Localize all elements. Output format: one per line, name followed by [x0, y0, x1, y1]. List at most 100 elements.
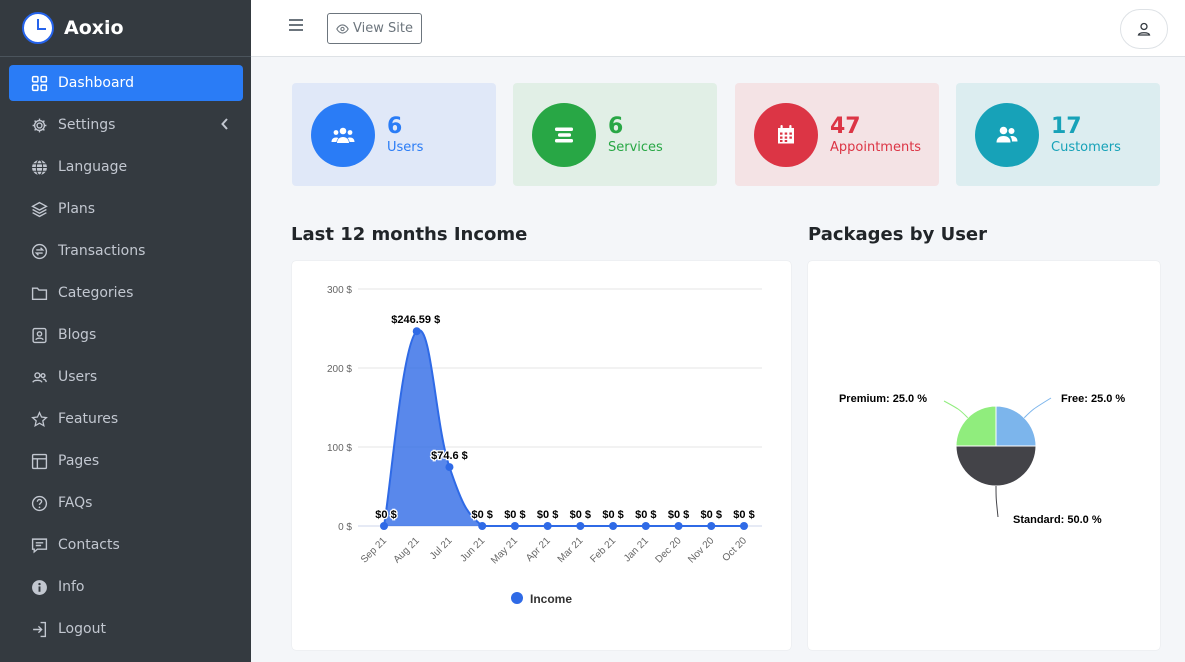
sidebar-item-label: Categories: [58, 285, 134, 301]
sidebar-item-label: Transactions: [58, 243, 146, 259]
view-site-label: View Site: [353, 21, 413, 36]
brand[interactable]: Aoxio: [0, 0, 251, 57]
sidebar-item-info[interactable]: Info: [9, 569, 243, 605]
stat-label: Services: [608, 139, 663, 155]
sidebar-item-faqs[interactable]: FAQs: [9, 485, 243, 521]
x-tick-label: Aug 21: [392, 535, 422, 565]
income-data-label: $0 $: [701, 509, 722, 521]
sidebar-item-label: Users: [58, 369, 98, 385]
list-icon: [532, 102, 596, 167]
brand-name: Aoxio: [64, 17, 124, 39]
income-point: [510, 522, 519, 530]
x-tick-label: Jul 21: [428, 535, 455, 562]
y-tick-label: 0 $: [338, 522, 352, 533]
x-tick-label: Apr 21: [524, 535, 553, 564]
income-point: [543, 522, 552, 530]
sidebar-item-label: Features: [58, 411, 119, 427]
globe-icon: [30, 158, 48, 176]
income-data-label: $0 $: [602, 509, 623, 521]
sidebar-item-label: Plans: [58, 201, 96, 217]
blog-icon: [30, 326, 48, 344]
eye-icon: [336, 23, 349, 34]
pie-slice: [955, 445, 1037, 487]
income-data-label: $0 $: [471, 509, 492, 521]
calendar-icon: [754, 102, 818, 167]
stat-card-users[interactable]: 6 Users: [292, 83, 496, 186]
exchange-icon: [30, 242, 48, 260]
packages-pie-chart: Free: 25.0 % Standard: 50.0 % Premium: 25.…: [839, 393, 1125, 526]
income-chart: 0 $ 100 $ 200 $ 300 $ $0 $ $246.59 $ $74.6 $ $0…: [327, 285, 762, 606]
clock-logo-icon: [22, 12, 54, 44]
pie-label: Standard: 50.0 %: [1013, 514, 1102, 526]
sidebar-item-dashboard[interactable]: Dashboard: [9, 65, 243, 101]
x-tick-label: Sep 21: [359, 535, 389, 565]
sidebar-item-language[interactable]: Language: [9, 149, 243, 185]
income-point: [412, 327, 421, 336]
x-tick-label: May 21: [489, 535, 520, 566]
income-point: [609, 522, 618, 530]
stat-value: 6: [387, 113, 403, 139]
sidebar-item-settings[interactable]: Settings: [9, 107, 243, 143]
sidebar-item-logout[interactable]: Logout: [9, 611, 243, 647]
sidebar-item-features[interactable]: Features: [9, 401, 243, 437]
income-point: [478, 522, 487, 530]
income-data-label: $0 $: [668, 509, 689, 521]
packages-chart-panel: Free: 25.0 % Standard: 50.0 % Premium: 25.…: [808, 261, 1160, 650]
sidebar-item-label: Language: [58, 159, 128, 175]
user-menu-button[interactable]: [1120, 9, 1168, 49]
sidebar-item-label: Info: [58, 579, 85, 595]
stat-card-services[interactable]: 6 Services: [513, 83, 717, 186]
income-data-label: $0 $: [537, 509, 558, 521]
customers-icon: [975, 102, 1039, 167]
view-site-button[interactable]: View Site: [327, 13, 422, 44]
income-data-label: $0 $: [504, 509, 525, 521]
stat-value: 47: [830, 113, 861, 139]
income-point: [576, 522, 585, 530]
x-tick-label: Oct 20: [721, 535, 750, 564]
users-icon: [30, 368, 48, 386]
sidebar-item-label: Dashboard: [58, 75, 134, 91]
x-tick-label: Mar 21: [556, 535, 586, 565]
sidebar-item-users[interactable]: Users: [9, 359, 243, 395]
pie-connector: [995, 485, 999, 518]
stat-value: 17: [1051, 113, 1082, 139]
stat-label: Appointments: [830, 139, 922, 155]
sidebar-item-transactions[interactable]: Transactions: [9, 233, 243, 269]
packages-section-title: Packages by User: [808, 224, 988, 245]
gear-icon: [30, 116, 48, 134]
sidebar-item-contacts[interactable]: Contacts: [9, 527, 243, 563]
stat-label: Customers: [1051, 139, 1121, 155]
income-chart-panel: 0 $ 100 $ 200 $ 300 $ $0 $ $246.59 $ $74.6 $ $0…: [292, 261, 791, 650]
sidebar: Aoxio Dashboard Settings Language Plans …: [0, 0, 251, 662]
y-tick-label: 100 $: [327, 443, 352, 454]
sidebar-item-categories[interactable]: Categories: [9, 275, 243, 311]
income-point: [674, 522, 683, 530]
logout-icon: [30, 620, 48, 638]
menu-toggle-icon[interactable]: [289, 19, 303, 31]
pie-connector: [943, 400, 969, 419]
income-point: [740, 522, 748, 530]
sidebar-item-label: Pages: [58, 453, 100, 469]
income-point: [445, 463, 454, 472]
topbar: View Site: [251, 0, 1185, 57]
stat-card-customers[interactable]: 17 Customers: [956, 83, 1160, 186]
sidebar-item-blogs[interactable]: Blogs: [9, 317, 243, 353]
y-tick-label: 300 $: [327, 285, 352, 296]
stat-value: 6: [608, 113, 624, 139]
question-icon: [30, 494, 48, 512]
star-icon: [30, 410, 48, 428]
sidebar-item-label: Contacts: [58, 537, 120, 553]
sidebar-item-label: Settings: [58, 117, 116, 133]
income-data-label: $0 $: [570, 509, 591, 521]
sidebar-item-label: FAQs: [58, 495, 93, 511]
layout-icon: [30, 452, 48, 470]
folder-icon: [30, 284, 48, 302]
sidebar-item-label: Blogs: [58, 327, 97, 343]
dashboard-grid-icon: [30, 74, 48, 92]
sidebar-item-pages[interactable]: Pages: [9, 443, 243, 479]
income-data-label: $246.59 $: [391, 314, 440, 326]
stat-card-appointments[interactable]: 47 Appointments: [735, 83, 939, 186]
income-point: [380, 522, 388, 530]
sidebar-item-label: Logout: [58, 621, 106, 637]
sidebar-item-plans[interactable]: Plans: [9, 191, 243, 227]
